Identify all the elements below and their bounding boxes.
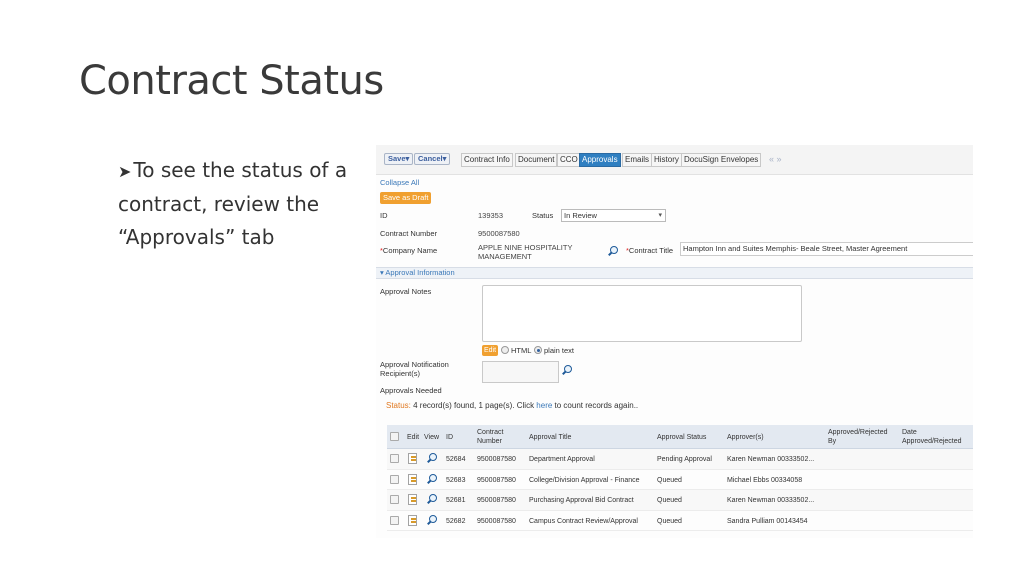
save-button[interactable]: Save▾ — [384, 153, 414, 165]
grid-body: 52684 9500087580 Department Approval Pen… — [387, 449, 973, 531]
bullet-line-1: To see the status of a — [133, 158, 348, 182]
row-checkbox[interactable] — [390, 474, 399, 484]
view-icon[interactable] — [427, 453, 437, 463]
company-name-label: *Company Name — [380, 246, 438, 255]
row-approval-title: Department Approval — [529, 456, 595, 463]
row-checkbox[interactable] — [390, 495, 399, 504]
slide-title: Contract Status — [79, 58, 384, 104]
tab-nav-arrows[interactable]: « » — [769, 154, 782, 164]
recipients-label: Approval Notification Recipient(s) — [380, 360, 449, 378]
row-approval-status: Queued — [657, 517, 682, 525]
approvals-needed-label: Approvals Needed — [380, 386, 442, 395]
id-value: 139353 — [478, 211, 504, 220]
col-approval-title[interactable]: Approval Title — [529, 433, 571, 442]
tab-approvals[interactable]: Approvals — [579, 153, 621, 167]
status-select-value: In Review — [564, 211, 597, 220]
approval-information-header[interactable]: ▾ Approval Information — [376, 267, 973, 279]
tab-cco[interactable]: CCO — [557, 153, 581, 167]
row-checkbox[interactable] — [390, 454, 399, 463]
status-prefix: Status: — [386, 401, 411, 410]
app-screenshot: Save▾ Cancel▾ Contract Info Document CCO… — [376, 145, 973, 538]
table-row[interactable]: 52682 9500087580 Campus Contract Review/… — [387, 511, 973, 531]
col-date[interactable]: Date Approved/Rejected — [902, 428, 962, 446]
row-checkbox[interactable] — [390, 515, 399, 525]
col-approved-by[interactable]: Approved/Rejected By — [828, 428, 888, 446]
html-label: HTML — [511, 346, 532, 355]
status-line: Status: 4 record(s) found, 1 page(s). Cl… — [386, 401, 639, 410]
contract-number-label: Contract Number — [380, 229, 438, 238]
tab-emails[interactable]: Emails — [622, 153, 653, 167]
contract-title-input[interactable]: Hampton Inn and Suites Memphis- Beale St… — [680, 242, 973, 256]
row-approval-status: Pending Approval — [657, 456, 712, 463]
edit-icon[interactable] — [408, 473, 417, 485]
status-label: Status — [532, 211, 554, 220]
row-contract-number: 9500087580 — [477, 476, 516, 484]
row-approval-title: Purchasing Approval Bid Contract — [529, 497, 634, 504]
save-as-draft-button[interactable]: Save as Draft — [380, 192, 432, 204]
row-approval-title: Campus Contract Review/Approval — [529, 517, 638, 525]
row-approvers: Karen Newman 00333502... — [727, 456, 815, 463]
table-row[interactable]: 52681 9500087580 Purchasing Approval Bid… — [387, 490, 973, 511]
row-contract-number: 9500087580 — [477, 456, 516, 463]
col-edit: Edit — [407, 434, 420, 441]
tab-history[interactable]: History — [651, 153, 682, 167]
view-icon[interactable] — [427, 494, 437, 504]
row-id: 52683 — [446, 476, 466, 484]
company-name-link[interactable]: APPLE NINE HOSPITALITY MANAGEMENT — [478, 243, 572, 261]
dropdown-caret-icon: ▾ — [658, 212, 662, 219]
grid-header: Edit View ID Contract Number Approval Tit… — [387, 425, 973, 449]
bullet-line-3: “Approvals” tab — [118, 225, 275, 249]
row-approval-status: Queued — [657, 476, 682, 484]
row-contract-number: 9500087580 — [477, 517, 516, 525]
table-row[interactable]: 52683 9500087580 College/Division Approv… — [387, 470, 973, 490]
search-icon[interactable] — [562, 365, 572, 375]
arrow-bullet-icon: ➤ — [118, 162, 132, 181]
approval-notes-textarea[interactable] — [482, 285, 802, 342]
plain-text-radio[interactable] — [534, 346, 542, 354]
edit-button[interactable]: Edit — [482, 345, 499, 356]
col-id: ID — [446, 434, 453, 441]
status-select[interactable]: In Review ▾ — [561, 209, 666, 222]
id-label: ID — [380, 211, 388, 220]
view-icon[interactable] — [427, 514, 437, 525]
row-approvers: Sandra Pulliam 00143454 — [727, 517, 808, 525]
row-id: 52681 — [446, 497, 466, 504]
bullet-text: ➤ To see the status of a contract, review… — [118, 154, 368, 254]
table-row[interactable]: 52684 9500087580 Department Approval Pen… — [387, 449, 973, 470]
row-contract-number: 9500087580 — [477, 497, 516, 504]
col-contract-number[interactable]: Contract Number — [477, 428, 503, 446]
row-approval-status: Queued — [657, 497, 682, 504]
row-approvers: Karen Newman 00333502... — [727, 497, 815, 504]
col-approval-status[interactable]: Approval Status — [657, 433, 706, 442]
contract-title-label: *Contract Title — [626, 246, 674, 255]
edit-icon[interactable] — [408, 514, 417, 526]
count-again-link[interactable]: here — [536, 401, 552, 410]
search-icon[interactable] — [608, 246, 618, 256]
bullet-line-2: contract, review the — [118, 192, 320, 216]
row-id: 52684 — [446, 456, 466, 463]
select-all-checkbox[interactable] — [390, 432, 399, 441]
row-approvers: Michael Ebbs 00334058 — [727, 476, 803, 484]
view-icon[interactable] — [427, 473, 437, 484]
approvals-grid: Edit View ID Contract Number Approval Tit… — [387, 425, 973, 531]
row-approval-title: College/Division Approval - Finance — [529, 476, 640, 484]
toolbar: Save▾ Cancel▾ Contract Info Document CCO… — [376, 145, 973, 175]
tab-docusign-envelopes[interactable]: DocuSign Envelopes — [681, 153, 762, 167]
html-radio[interactable] — [501, 346, 509, 354]
tab-document[interactable]: Document — [515, 153, 558, 167]
recipients-input[interactable] — [482, 361, 559, 383]
edit-icon[interactable] — [408, 494, 417, 505]
approval-notes-label: Approval Notes — [380, 287, 432, 296]
contract-number-value: 9500087580 — [478, 229, 520, 238]
row-id: 52682 — [446, 517, 466, 525]
cancel-button[interactable]: Cancel▾ — [414, 153, 451, 165]
plain-text-label: plain text — [544, 346, 575, 355]
edit-icon[interactable] — [408, 453, 417, 464]
col-approvers[interactable]: Approver(s) — [727, 433, 764, 442]
tab-contract-info[interactable]: Contract Info — [461, 153, 513, 167]
col-view: View — [424, 434, 440, 441]
collapse-all-link[interactable]: Collapse All — [380, 178, 419, 187]
